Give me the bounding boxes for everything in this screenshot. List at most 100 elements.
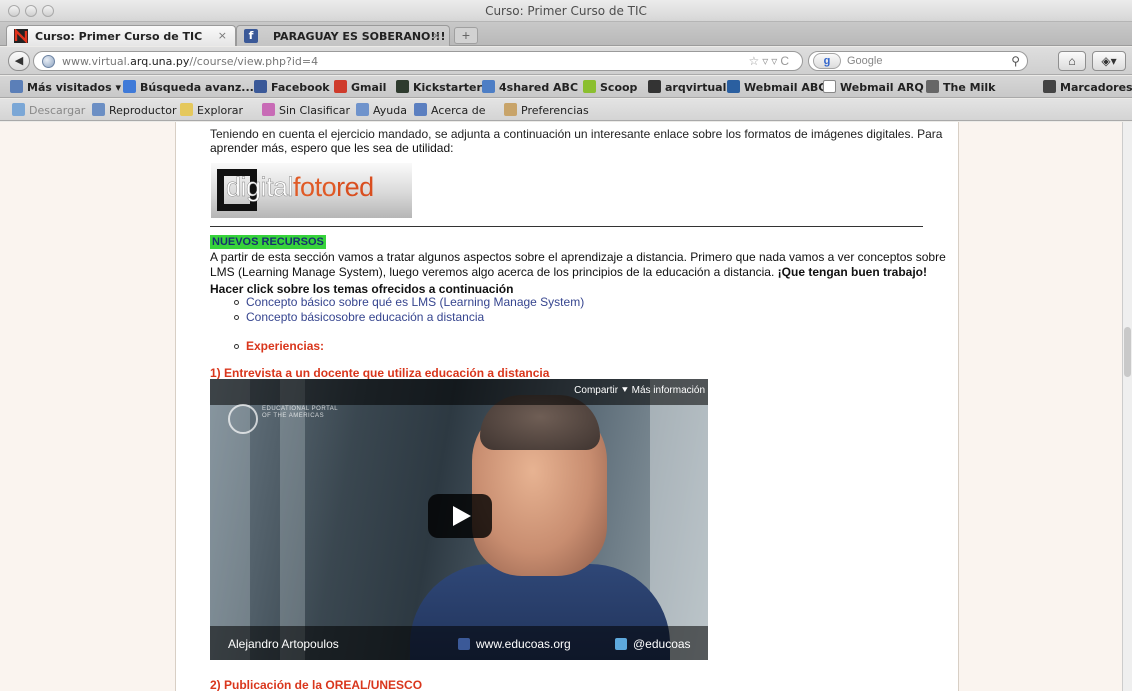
site-identity-icon[interactable] — [42, 55, 55, 68]
bookmark-2[interactable]: Búsqueda avanz... — [123, 80, 254, 94]
tab-bar: Curso: Primer Curso de TIC × f PARAGUAY … — [0, 22, 1132, 46]
bookmark-8[interactable]: arqvirtual — [648, 80, 726, 94]
toolbar-preferences-button[interactable]: Preferencias — [504, 103, 589, 117]
webmail-abc-icon — [727, 80, 740, 93]
gmail-icon — [334, 80, 347, 93]
calendar-icon — [926, 80, 939, 93]
section-badge: NUEVOS RECURSOS — [210, 235, 326, 249]
kickstarter-icon — [396, 80, 409, 93]
facebook-icon — [254, 80, 267, 93]
scrollbar-thumb[interactable] — [1124, 327, 1131, 377]
4shared-icon — [482, 80, 495, 93]
bookmark-10[interactable]: Webmail ARQ — [823, 80, 924, 94]
search-engine-icon[interactable]: g — [813, 53, 841, 69]
video-top-bar: Compartir ⯆ Más información — [210, 379, 708, 405]
page-viewport: Teniendo en cuenta el ejercicio mandado,… — [0, 122, 1132, 691]
section-text-line2: LMS (Learning Manage System), luego vere… — [210, 265, 927, 279]
bookmark-6[interactable]: 4shared ABC — [482, 80, 578, 94]
home-button[interactable]: ⌂ — [1058, 51, 1086, 71]
digitalfotored-logo[interactable]: digitalfotored — [211, 163, 412, 218]
new-tab-button[interactable]: + — [454, 27, 478, 44]
arqvirtual-icon — [648, 80, 661, 93]
extension-button[interactable]: ◈▾ — [1092, 51, 1126, 71]
video-speaker-name: Alejandro Artopoulos — [228, 637, 339, 651]
link-lms-concept[interactable]: Concepto básico sobre qué es LMS (Learni… — [246, 295, 584, 309]
bookmark-3[interactable]: Facebook — [254, 80, 330, 94]
bookmarks-menu-icon — [1043, 80, 1056, 93]
bullet-icon — [234, 344, 239, 349]
window-titlebar: Curso: Primer Curso de TIC — [0, 0, 1132, 22]
intro-text-line2: aprender más, espero que les sea de util… — [210, 141, 454, 155]
video-twitter: @educoas — [615, 637, 691, 651]
facebook-favicon-icon: f — [244, 29, 258, 43]
more-info-button[interactable]: Más información — [632, 385, 705, 396]
address-url[interactable]: www.virtual.arq.una.py//course/view.php?… — [62, 55, 318, 68]
educoas-logo-text: EDUCATIONAL PORTAL OF THE AMERICAS — [262, 406, 339, 419]
section-divider — [210, 226, 923, 227]
experiences-heading: Experiencias: — [246, 339, 325, 353]
unclassified-icon — [262, 103, 275, 116]
star-icon[interactable]: ☆ — [749, 54, 763, 68]
toolbar-player-button[interactable]: Reproductor — [92, 103, 176, 117]
bookmark-9[interactable]: Webmail ABC — [727, 80, 826, 94]
tab-close-icon[interactable]: × — [432, 29, 441, 42]
link-distance-education[interactable]: Concepto básicosobre educación a distanc… — [246, 310, 484, 324]
bookmark-1[interactable]: Más visitados ▾ — [10, 80, 121, 94]
tab-close-icon[interactable]: × — [218, 29, 227, 42]
search-bar[interactable]: g Google ⚲ — [808, 51, 1028, 71]
download-icon — [12, 103, 25, 116]
logo-text: digitalfotored — [226, 172, 374, 203]
video-share-controls[interactable]: Compartir ⯆ Más información — [574, 385, 705, 396]
bullet-icon — [234, 315, 239, 320]
arqvirtual-favicon-icon — [14, 29, 28, 43]
toolbar-about-button[interactable]: Acerca de — [414, 103, 485, 117]
toolbar-explore-button[interactable]: Explorar — [180, 103, 243, 117]
tab-course-label: Curso: Primer Curso de TIC — [35, 30, 203, 43]
address-bar-icons[interactable]: ☆▿▿C — [749, 54, 793, 68]
item2-heading: 2) Publicación de la OREAL/UNESCO — [210, 678, 423, 691]
page-scrollbar[interactable] — [1122, 122, 1132, 691]
scoop-icon — [583, 80, 596, 93]
help-icon — [356, 103, 369, 116]
educoas-logo-icon — [228, 404, 258, 434]
back-button[interactable]: ◀ — [8, 51, 30, 71]
topics-heading: Hacer click sobre los temas ofrecidos a … — [210, 282, 514, 296]
player-icon — [92, 103, 105, 116]
bookmark-5[interactable]: Kickstarter — [396, 80, 482, 94]
address-bar[interactable]: www.virtual.arq.una.py//course/view.php?… — [33, 51, 803, 71]
video-caption-bar: Alejandro Artopoulos www.educoas.org @ed… — [210, 626, 708, 660]
search-icon[interactable]: ⚲ — [1011, 54, 1020, 68]
bullet-icon — [234, 300, 239, 305]
tab-course[interactable]: Curso: Primer Curso de TIC × — [6, 25, 236, 46]
explore-icon — [180, 103, 193, 116]
search-input[interactable]: Google — [847, 55, 882, 67]
toolbar-unclassified-button[interactable]: Sin Clasificar — [262, 103, 350, 117]
bookmarks-bar: Más visitados ▾ Búsqueda avanz... Facebook… — [0, 76, 1132, 98]
addon-toolbar: Descargar Reproductor Explorar Sin Clasific… — [0, 99, 1132, 121]
reload-icon[interactable]: C — [780, 54, 792, 68]
share-icon: ⯆ — [620, 385, 629, 396]
preferences-icon — [504, 103, 517, 116]
toolbar-help-button[interactable]: Ayuda — [356, 103, 407, 117]
video-background-window — [280, 379, 305, 660]
intro-text-line1: Teniendo en cuenta el ejercicio mandado,… — [210, 127, 943, 141]
share-button[interactable]: Compartir — [574, 385, 618, 396]
video-player[interactable]: Compartir ⯆ Más información EDUCATIONAL … — [210, 379, 708, 660]
item1-heading: 1) Entrevista a un docente que utiliza e… — [210, 366, 550, 380]
bookmark-12[interactable]: Marcadores ▾ — [1043, 80, 1132, 94]
bookmark-11[interactable]: The Milk — [926, 80, 995, 94]
play-button-icon[interactable] — [428, 494, 492, 538]
dropdown-icon[interactable]: ▿ — [771, 54, 780, 68]
bookmark-4[interactable]: Gmail — [334, 80, 386, 94]
google-icon — [123, 80, 136, 93]
tab-paraguay-label: PARAGUAY ES SOBERANO!!! — [273, 30, 446, 43]
twitter-icon — [615, 638, 627, 650]
feed-icon[interactable]: ▿ — [762, 54, 771, 68]
bookmarks-folder-icon — [10, 80, 23, 93]
toolbar-download-button[interactable]: Descargar — [12, 103, 85, 117]
section-text-line1: A partir de esta sección vamos a tratar … — [210, 250, 946, 264]
navigation-bar: ◀ www.virtual.arq.una.py//course/view.ph… — [0, 47, 1132, 75]
bookmark-7[interactable]: Scoop — [583, 80, 637, 94]
video-website: www.educoas.org — [458, 637, 571, 651]
tab-paraguay[interactable]: f PARAGUAY ES SOBERANO!!! × — [236, 25, 450, 46]
